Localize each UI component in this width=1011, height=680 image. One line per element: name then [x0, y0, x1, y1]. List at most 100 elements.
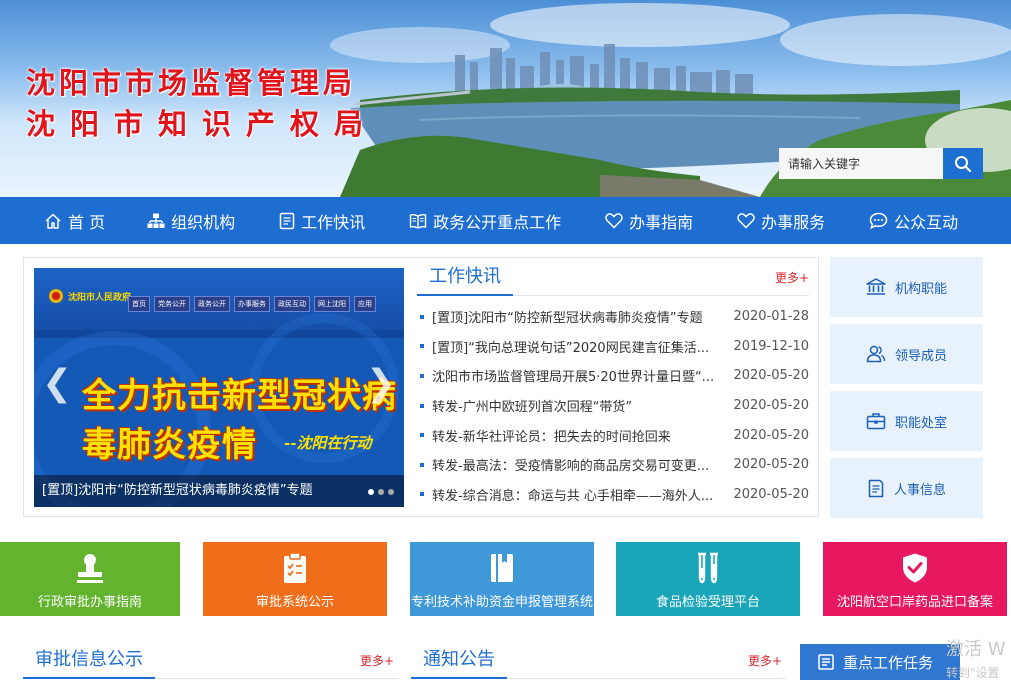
section-header: 工作快讯 更多+: [417, 262, 809, 296]
nav-item-organization[interactable]: 组织机构: [147, 197, 235, 244]
document-icon: [279, 212, 295, 230]
main-nav: 首 页 组织机构 工作快讯 政务公开重点工作 办事指南 办事服务 公众互动: [0, 197, 1011, 244]
header-banner: 沈阳市市场监督管理局 沈阳市知识产权局: [0, 0, 1011, 197]
tile-label: 审批系统公示: [255, 595, 334, 610]
news-item[interactable]: 沈阳市市场监督管理局开展5·20世界计量日暨“... 2020-05-20: [417, 361, 809, 391]
slider-next-button[interactable]: ❯: [366, 366, 396, 402]
nav-item-label: 办事服务: [761, 212, 826, 232]
quick-link-departments[interactable]: 职能处室: [830, 391, 983, 451]
section-title[interactable]: 审批信息公示: [23, 645, 155, 679]
slider-dots: [368, 489, 394, 495]
news-item[interactable]: 转发-广州中欧班列首次回程“带货” 2020-05-20: [417, 391, 809, 421]
bullet-icon: [420, 462, 424, 467]
news-item[interactable]: 转发-综合消息：命运与共 心手相牵——海外人... 2020-05-20: [417, 480, 809, 510]
news-item[interactable]: [置顶]“我向总理说句话”2020网民建言征集活... 2019-12-10: [417, 332, 809, 362]
quick-link-label: 领导成员: [894, 348, 947, 364]
more-link[interactable]: 更多+: [775, 269, 809, 295]
news-title: 转发-最高法：受疫情影响的商品房交易可变更...: [432, 459, 710, 475]
institution-icon: [866, 278, 886, 296]
more-link[interactable]: 更多+: [360, 652, 398, 678]
news-title: 转发-综合消息：命运与共 心手相牵——海外人...: [432, 488, 714, 504]
news-item[interactable]: [置顶]沈阳市“防控新型冠状病毒肺炎疫情”专题 2020-01-28: [417, 302, 809, 332]
quick-link-label: 机构职能: [894, 281, 947, 297]
tile-label: 食品检验受理平台: [655, 595, 760, 610]
section-header: 审批信息公示 更多+: [23, 642, 398, 679]
quick-link-leaders[interactable]: 领导成员: [830, 324, 983, 384]
news-title: 沈阳市市场监督管理局开展5·20世界计量日暨“...: [432, 370, 715, 386]
nav-item-online-service[interactable]: 办事服务: [737, 197, 825, 244]
book-icon: [410, 552, 594, 584]
slider-caption[interactable]: [置顶]沈阳市“防控新型冠状病毒肺炎疫情”专题: [34, 475, 404, 507]
tile-approval-system[interactable]: 审批系统公示: [203, 542, 387, 616]
nav-item-label: 工作快讯: [301, 212, 366, 232]
nav-item-label: 首 页: [68, 212, 106, 232]
news-title: 转发-广州中欧班列首次回程“带货”: [432, 400, 633, 416]
tile-food-inspection-platform[interactable]: 食品检验受理平台: [616, 542, 800, 616]
tile-admin-approval-guide[interactable]: 行政审批办事指南: [0, 542, 180, 616]
nav-item-public-interaction[interactable]: 公众互动: [869, 197, 958, 244]
bullet-icon: [420, 403, 424, 408]
news-date: 2020-05-20: [733, 486, 809, 502]
bullet-icon: [420, 373, 424, 378]
news-title: [置顶]“我向总理说句话”2020网民建言征集活...: [432, 340, 710, 356]
section-header: 通知公告 更多+: [411, 642, 786, 679]
notice-section: 通知公告 更多+: [411, 642, 786, 680]
briefcase-icon: [866, 412, 886, 430]
tile-label: 沈阳航空口岸药品进口备案: [836, 595, 993, 610]
notepad-icon: [867, 479, 885, 498]
nav-item-label: 组织机构: [171, 212, 236, 232]
activation-watermark-sub: 转到"设置: [946, 666, 1000, 680]
magnifier-icon: [955, 155, 972, 172]
bullet-icon: [420, 314, 424, 319]
news-item[interactable]: 转发-新华社评论员：把失去的时间抢回来 2020-05-20: [417, 420, 809, 450]
search-box: [779, 148, 983, 179]
news-date: 2020-05-20: [733, 398, 809, 414]
tile-label: 专利技术补助资金申报管理系统: [410, 595, 593, 610]
bullet-icon: [420, 433, 424, 438]
slider-dot[interactable]: [368, 489, 374, 495]
news-date: 2020-05-20: [733, 368, 809, 384]
news-date: 2020-01-28: [733, 309, 809, 325]
news-date: 2020-05-20: [733, 457, 809, 473]
quick-link-label: 职能处室: [894, 415, 947, 431]
clipboard-icon: [203, 552, 387, 584]
news-list: [置顶]沈阳市“防控新型冠状病毒肺炎疫情”专题 2020-01-28 [置顶]“我…: [417, 302, 809, 509]
image-slider[interactable]: 沈阳市人民政府 首页 党务公开 政务公开 办事服务 政民互动 网上沈阳 应用 全…: [34, 268, 404, 507]
nav-item-label: 办事指南: [629, 212, 694, 232]
work-news-section: 工作快讯 更多+ [置顶]沈阳市“防控新型冠状病毒肺炎疫情”专题 2020-01-…: [417, 262, 809, 512]
bullet-icon: [420, 344, 424, 349]
nav-item-gov-affairs[interactable]: 政务公开重点工作: [409, 197, 561, 244]
nav-item-label: 公众互动: [894, 212, 959, 232]
section-title[interactable]: 工作快讯: [417, 262, 513, 296]
slider-subtitle: --沈阳在行动: [284, 434, 372, 452]
nav-item-work-news[interactable]: 工作快讯: [279, 197, 365, 244]
nav-item-home[interactable]: 首 页: [44, 197, 105, 244]
bureau-title-line2: 沈阳市知识产权局: [26, 107, 379, 141]
nav-item-label: 政务公开重点工作: [433, 212, 562, 232]
search-button[interactable]: [943, 148, 983, 179]
slider-dot[interactable]: [378, 489, 384, 495]
bullet-icon: [420, 492, 424, 497]
slider-dot[interactable]: [388, 489, 394, 495]
slider-prev-button[interactable]: ❮: [42, 366, 72, 402]
news-item[interactable]: 转发-最高法：受疫情影响的商品房交易可变更... 2020-05-20: [417, 450, 809, 480]
key-work-label: 重点工作任务: [843, 653, 934, 672]
tile-airport-drug-import[interactable]: 沈阳航空口岸药品进口备案: [823, 542, 1007, 616]
key-work-tasks-button[interactable]: 重点工作任务: [800, 644, 960, 680]
more-link[interactable]: 更多+: [748, 652, 786, 678]
shield-check-icon: [823, 552, 1007, 584]
nav-item-service-guide[interactable]: 办事指南: [605, 197, 693, 244]
users-icon: [866, 345, 886, 363]
quick-link-functions[interactable]: 机构职能: [830, 257, 983, 317]
tile-patent-subsidy-system[interactable]: 专利技术补助资金申报管理系统: [410, 542, 594, 616]
list-icon: [818, 654, 834, 670]
approval-info-section: 审批信息公示 更多+: [23, 642, 398, 680]
org-chart-icon: [147, 212, 165, 230]
section-title[interactable]: 通知公告: [411, 645, 507, 679]
book-icon: [409, 212, 427, 230]
quick-link-personnel[interactable]: 人事信息: [830, 458, 983, 518]
search-input[interactable]: [779, 148, 943, 179]
test-tube-icon: [616, 552, 800, 584]
news-title: [置顶]沈阳市“防控新型冠状病毒肺炎疫情”专题: [432, 311, 703, 327]
news-date: 2020-05-20: [733, 427, 809, 443]
